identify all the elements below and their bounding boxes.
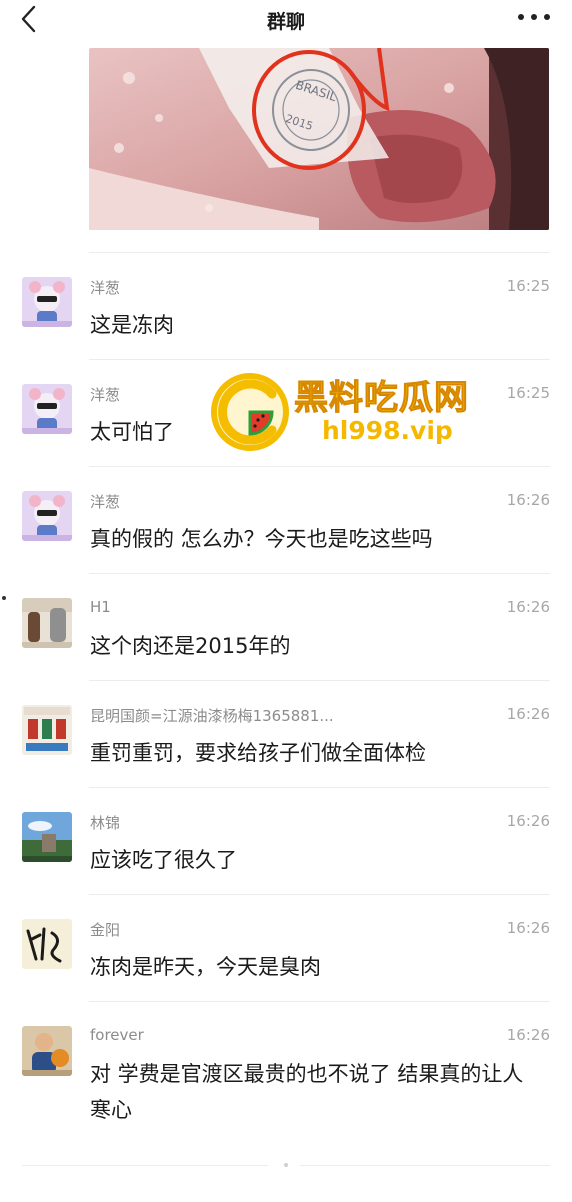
message-text: 对 学费是官渡区最贵的也不说了 结果真的让人寒心 xyxy=(90,1062,524,1122)
sender-name: forever xyxy=(90,1026,144,1044)
chat-message: H1 16:26 这个肉还是2015年的 xyxy=(0,598,572,658)
message-text: 真的假的 怎么办？今天也是吃这些吗 xyxy=(90,527,433,551)
chat-message: 金阳 16:26 冻肉是昨天，今天是臭肉 xyxy=(0,919,572,979)
divider xyxy=(89,573,550,574)
watermark-overlay: 黑料吃瓜网 hl998.vip xyxy=(210,368,500,454)
divider xyxy=(89,680,550,681)
message-time: 16:26 xyxy=(506,919,550,937)
chat-message: forever 16:26 对 学费是官渡区最贵的也不说了 结果真的让人寒心 xyxy=(0,1026,572,1126)
scroll-dot xyxy=(2,596,6,600)
avatar[interactable] xyxy=(22,919,72,969)
message-text: 这个肉还是2015年的 xyxy=(90,634,291,658)
sender-name: H1 xyxy=(90,598,111,616)
message-time: 16:26 xyxy=(506,812,550,830)
shared-meat-photo[interactable]: BRASIL 2015 xyxy=(89,48,549,230)
divider xyxy=(89,787,550,788)
divider xyxy=(22,1165,268,1166)
watermark-title: 黑料吃瓜网 xyxy=(294,378,469,419)
message-time: 16:26 xyxy=(506,491,550,509)
sender-name: 林锦 xyxy=(90,814,121,832)
watermark-logo-icon xyxy=(211,373,289,451)
divider xyxy=(89,359,550,360)
avatar[interactable] xyxy=(22,705,72,755)
message-text: 重罚重罚，要求给孩子们做全面体检 xyxy=(90,741,426,765)
message-time: 16:25 xyxy=(506,277,550,295)
avatar[interactable] xyxy=(22,812,72,862)
avatar[interactable] xyxy=(22,384,72,434)
message-time: 16:26 xyxy=(506,1026,550,1044)
page-indicator-dot xyxy=(284,1163,288,1167)
chat-message: 洋葱 16:25 这是冻肉 xyxy=(0,277,572,337)
divider xyxy=(89,1001,550,1002)
avatar[interactable] xyxy=(22,1026,72,1076)
sender-name: 洋葱 xyxy=(90,279,121,297)
divider xyxy=(300,1165,550,1166)
more-dots-icon[interactable] xyxy=(516,10,552,24)
message-text: 冻肉是昨天，今天是臭肉 xyxy=(90,955,321,979)
sender-name: 洋葱 xyxy=(90,493,121,511)
watermark-url: hl998.vip xyxy=(322,416,453,445)
chat-message: 昆明国颜=江源油漆杨梅1365881... 16:26 重罚重罚，要求给孩子们做… xyxy=(0,705,572,765)
sender-name: 昆明国颜=江源油漆杨梅1365881... xyxy=(90,707,334,725)
top-bar: 群聊 xyxy=(0,0,572,40)
avatar[interactable] xyxy=(22,491,72,541)
message-text: 应该吃了很久了 xyxy=(90,848,237,872)
message-time: 16:25 xyxy=(506,384,550,402)
divider xyxy=(89,894,550,895)
chat-message: 洋葱 16:26 真的假的 怎么办？今天也是吃这些吗 xyxy=(0,491,572,551)
divider xyxy=(89,252,550,253)
avatar[interactable] xyxy=(22,277,72,327)
message-text: 这是冻肉 xyxy=(90,313,174,337)
divider xyxy=(89,466,550,467)
page-title: 群聊 xyxy=(266,11,305,33)
sender-name: 金阳 xyxy=(90,921,121,939)
sender-name: 洋葱 xyxy=(90,386,121,404)
message-time: 16:26 xyxy=(506,598,550,616)
avatar[interactable] xyxy=(22,598,72,648)
message-time: 16:26 xyxy=(506,705,550,723)
chat-message: 林锦 16:26 应该吃了很久了 xyxy=(0,812,572,872)
